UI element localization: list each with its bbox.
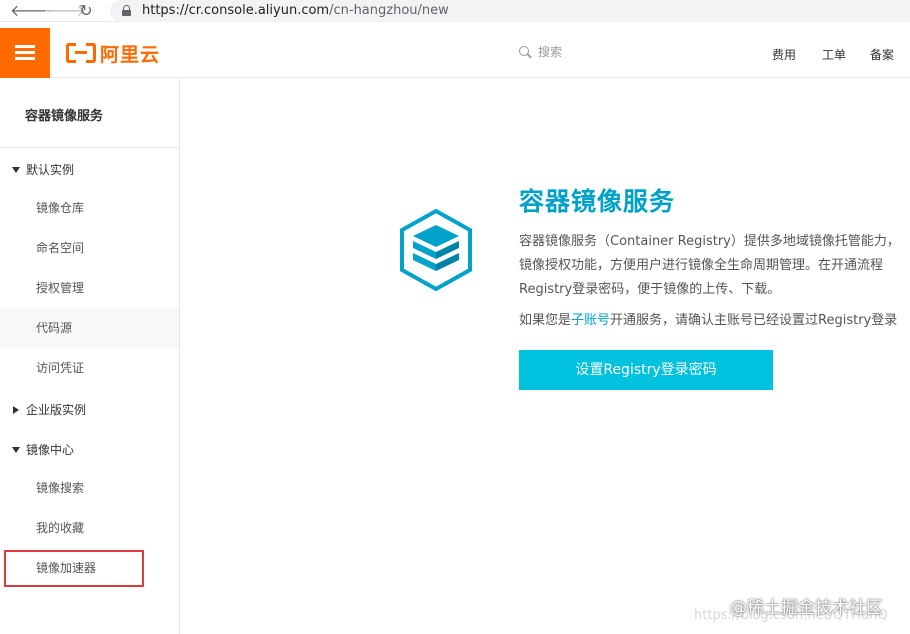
hamburger-menu-button[interactable] <box>0 28 50 78</box>
aliyun-logo[interactable]: 阿里云 <box>66 42 161 66</box>
sidebar-group-label: 企业版实例 <box>26 403 87 417</box>
browser-toolbar: 🡐 🡒 ↻ https://cr.console.aliyun.com/cn-h… <box>0 0 910 22</box>
sidebar-item-namespaces[interactable]: 命名空间 <box>0 228 179 268</box>
url-path: /cn-hangzhou/new <box>329 3 449 18</box>
aliyun-logo-icon <box>66 43 96 63</box>
url-text[interactable]: https://cr.console.aliyun.com/cn-hangzho… <box>142 3 449 18</box>
description-line: Registry登录密码，便于镜像的上传、下载。 <box>519 282 781 297</box>
description-line: 容器镜像服务（Container Registry）提供多地域镜像托管能力， <box>519 234 900 249</box>
sidebar-group-enterprise-instance[interactable]: 企业版实例 <box>12 401 86 418</box>
note-prefix: 如果您是 <box>519 313 572 328</box>
set-registry-password-button[interactable]: 设置Registry登录密码 <box>519 350 773 390</box>
sidebar-group-label: 镜像中心 <box>26 443 75 457</box>
search-box[interactable] <box>519 45 618 59</box>
sub-account-link[interactable]: 子账号 <box>571 313 610 328</box>
sidebar-item-authorization[interactable]: 授权管理 <box>0 268 179 308</box>
caret-right-icon <box>13 405 19 414</box>
top-navigation: 阿里云 费用 工单 备案 <box>0 28 910 78</box>
search-input[interactable] <box>538 45 618 59</box>
highlight-annotation-box <box>4 550 144 587</box>
sidebar-item-code-source[interactable]: 代码源 <box>0 308 179 348</box>
sidebar-item-image-repositories[interactable]: 镜像仓库 <box>0 188 179 228</box>
logo-text: 阿里云 <box>100 43 161 66</box>
lock-icon <box>122 5 131 16</box>
search-icon <box>519 45 532 59</box>
address-bar[interactable]: https://cr.console.aliyun.com/cn-hangzho… <box>110 0 910 22</box>
forward-arrow-icon[interactable]: 🡒 <box>43 1 86 21</box>
sidebar-title: 容器镜像服务 <box>25 109 104 124</box>
hamburger-menu-icon <box>15 45 35 48</box>
billing-link[interactable]: 费用 <box>772 46 796 63</box>
sidebar-item-access-credentials[interactable]: 访问凭证 <box>0 348 179 388</box>
sidebar-item-image-search[interactable]: 镜像搜索 <box>0 468 179 508</box>
sidebar-item-my-favorites[interactable]: 我的收藏 <box>0 508 179 548</box>
sub-account-note: 如果您是子账号开通服务，请确认主账号已经设置过Registry登录 <box>519 309 897 328</box>
page-title: 容器镜像服务 <box>519 187 676 216</box>
sidebar: 容器镜像服务 默认实例 镜像仓库 命名空间 授权管理 代码源 访问凭证 企业版实… <box>0 79 180 634</box>
caret-down-icon <box>12 166 20 173</box>
ticket-link[interactable]: 工单 <box>822 46 846 63</box>
back-arrow-icon[interactable]: 🡐 <box>10 1 53 21</box>
service-description: 容器镜像服务（Container Registry）提供多地域镜像托管能力， 镜… <box>519 230 910 302</box>
note-suffix: 开通服务，请确认主账号已经设置过Registry登录 <box>610 313 898 328</box>
description-line: 镜像授权功能，方便用户进行镜像全生命周期管理。在开通流程 <box>519 258 884 273</box>
sidebar-group-image-center[interactable]: 镜像中心 <box>12 441 74 458</box>
sidebar-group-default-instance[interactable]: 默认实例 <box>12 161 74 178</box>
watermark-text: @稀土掘金技术社区 <box>730 598 883 618</box>
sidebar-divider <box>0 147 179 148</box>
url-host: https://cr.console.aliyun.com <box>142 3 330 18</box>
container-registry-product-icon <box>400 208 472 292</box>
caret-down-icon <box>12 446 20 453</box>
sidebar-group-label: 默认实例 <box>26 163 75 177</box>
icp-filing-link[interactable]: 备案 <box>870 46 894 63</box>
reload-icon[interactable]: ↻ <box>76 1 96 21</box>
